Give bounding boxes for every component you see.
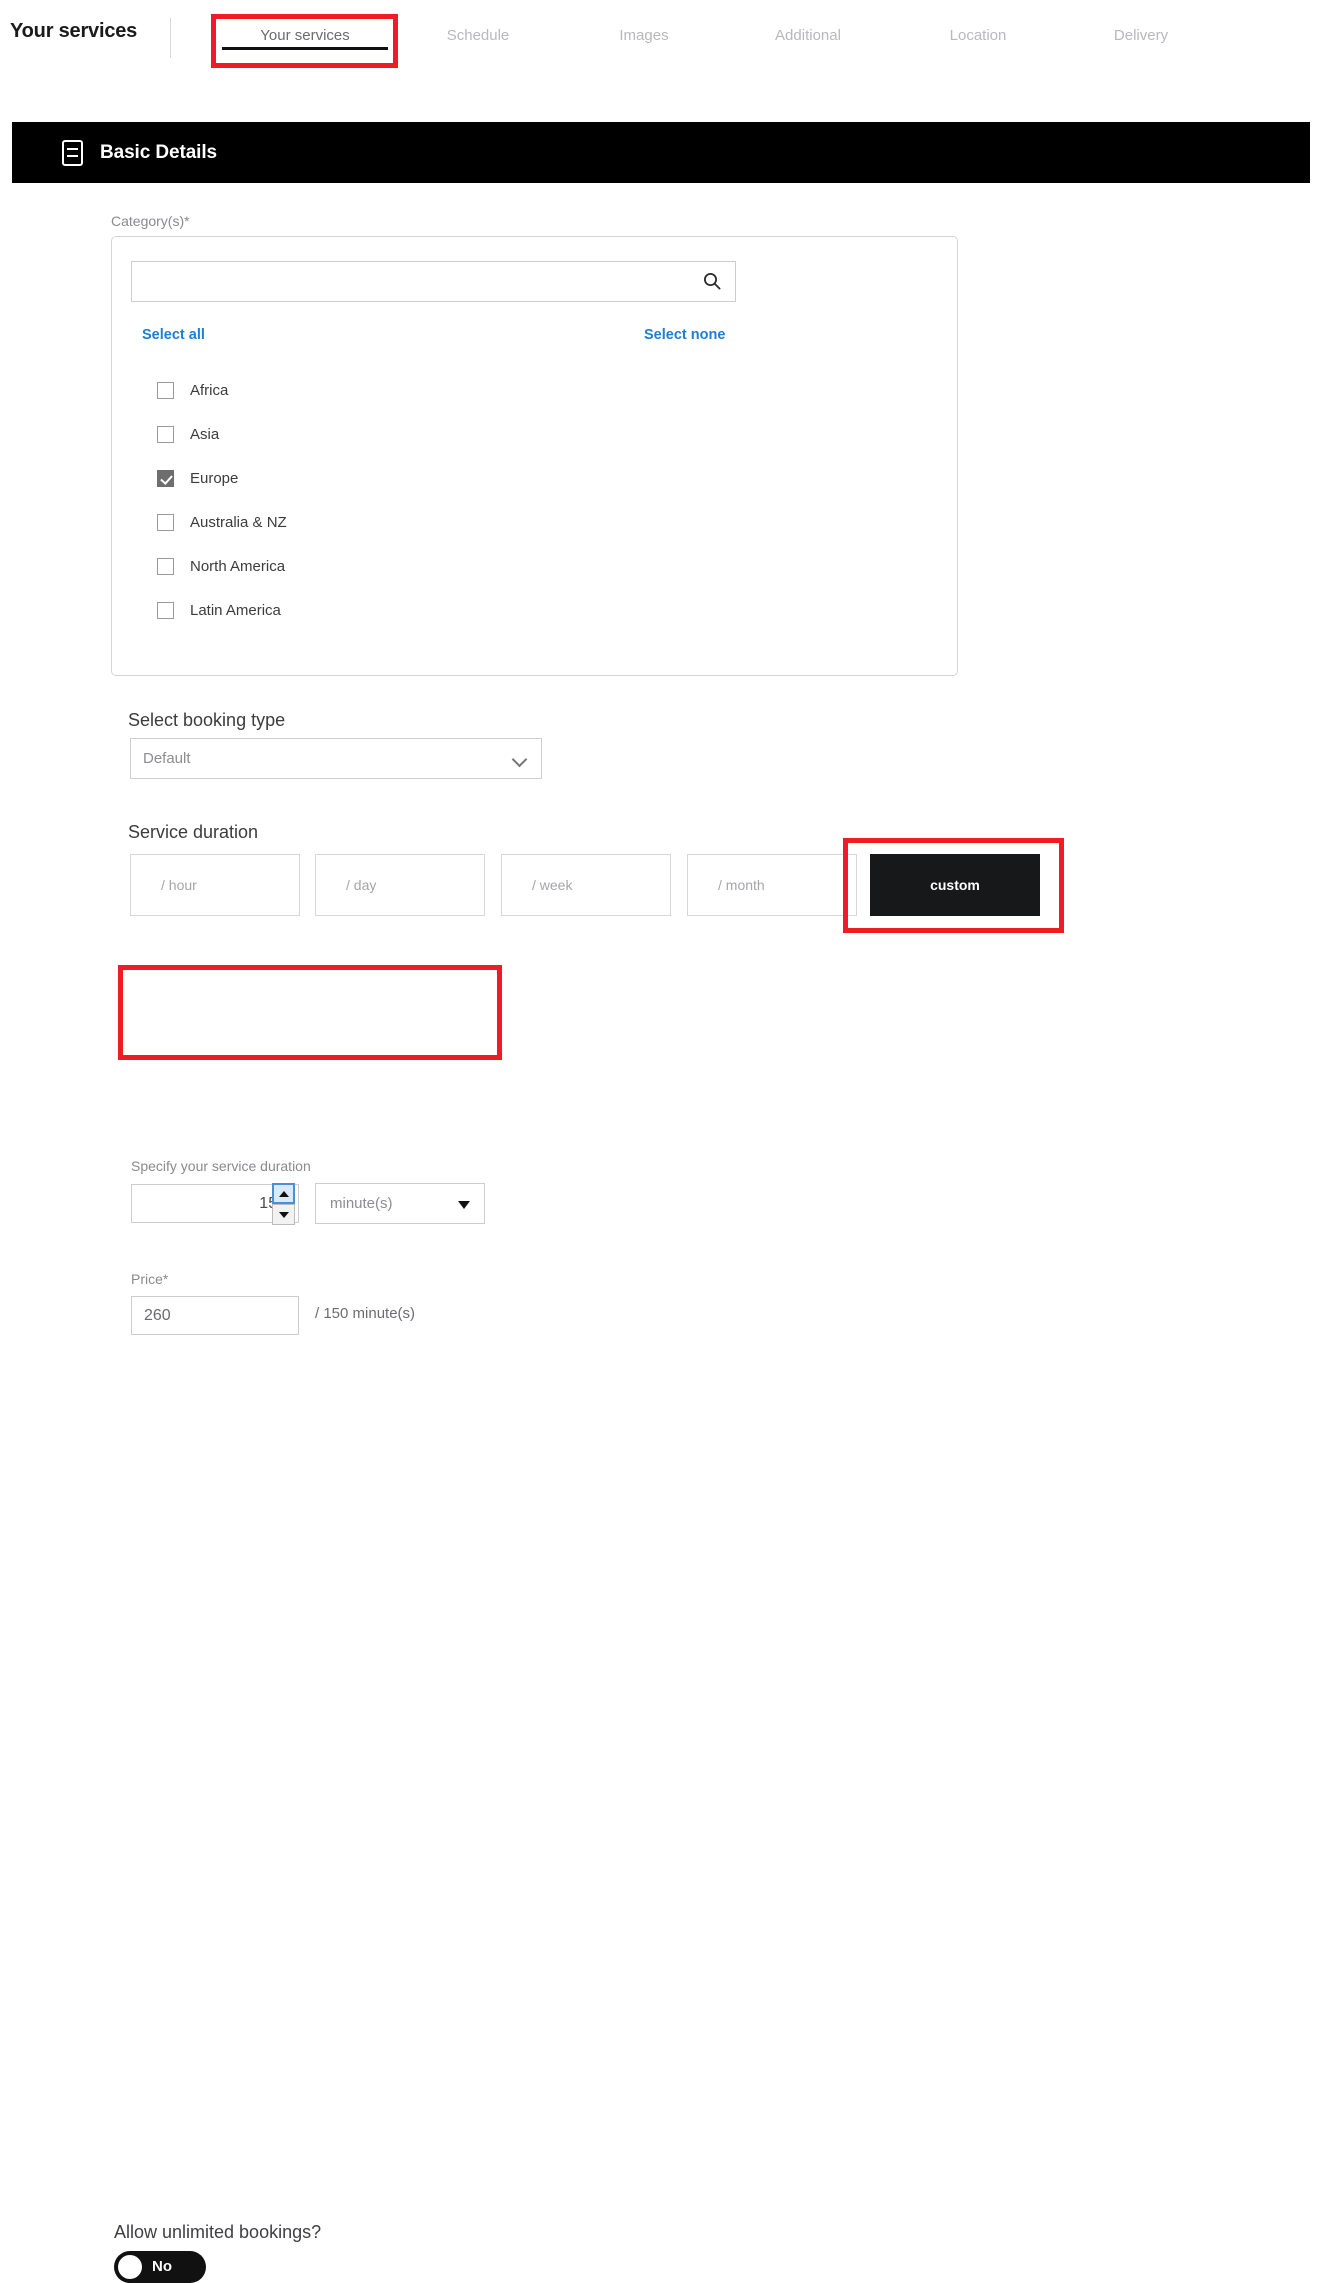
- duration-option-label: / day: [346, 877, 377, 893]
- title-divider: [170, 18, 171, 58]
- tab-additional[interactable]: Additional: [728, 18, 888, 44]
- tab-label: Your services: [260, 27, 350, 44]
- section-header-basic-details: Basic Details: [12, 122, 1310, 183]
- checkbox-australia-nz[interactable]: [157, 513, 174, 531]
- duration-stepper: [272, 1183, 295, 1225]
- category-search-input[interactable]: [132, 262, 697, 301]
- category-label: Europe: [190, 469, 239, 487]
- section-header-title: Basic Details: [100, 141, 217, 163]
- unlimited-bookings-toggle[interactable]: No: [114, 2251, 206, 2283]
- tab-your-services[interactable]: Your services: [216, 18, 394, 50]
- unlimited-bookings-group: Allow unlimited bookings? No: [0, 1195, 1322, 2283]
- category-label: Australia & NZ: [190, 513, 287, 531]
- booking-type-title: Select booking type: [128, 710, 286, 730]
- category-item-australia-nz[interactable]: Australia & NZ: [157, 500, 717, 544]
- checkbox-asia[interactable]: [157, 425, 174, 443]
- categories-label: Category(s)*: [111, 213, 190, 229]
- category-item-latin-america[interactable]: Latin America: [157, 588, 717, 632]
- tab-delivery[interactable]: Delivery: [1061, 18, 1221, 44]
- category-label: Latin America: [190, 601, 281, 619]
- tab-label: Images: [619, 27, 669, 44]
- chevron-down-icon: [511, 751, 528, 768]
- duration-option-month[interactable]: / month: [687, 854, 857, 916]
- select-none-link[interactable]: Select none: [644, 327, 725, 343]
- document-icon: [62, 139, 83, 166]
- category-label: Africa: [190, 381, 229, 399]
- page-title: Your services: [10, 20, 138, 42]
- tab-bar: Your services Schedule Images Additional…: [216, 18, 1296, 66]
- duration-option-label: custom: [930, 877, 980, 893]
- toggle-knob: [118, 2255, 142, 2279]
- category-label: North America: [190, 557, 286, 575]
- tab-images[interactable]: Images: [564, 18, 724, 44]
- categories-panel: Select all Select none Africa Asia Europ…: [111, 236, 958, 676]
- annotation-box-specify-duration: [118, 965, 502, 1060]
- duration-option-day[interactable]: / day: [315, 854, 485, 916]
- top-bar: Your services Your services Schedule Ima…: [0, 0, 1322, 78]
- duration-option-week[interactable]: / week: [501, 854, 671, 916]
- arrow-down-icon[interactable]: [272, 1204, 295, 1225]
- category-item-asia[interactable]: Asia: [157, 412, 717, 456]
- tab-location[interactable]: Location: [898, 18, 1058, 44]
- booking-type-value: Default: [143, 750, 191, 767]
- toggle-state-label: No: [152, 2258, 172, 2275]
- checkbox-europe[interactable]: [157, 469, 174, 487]
- category-item-africa[interactable]: Africa: [157, 368, 717, 412]
- search-icon[interactable]: [703, 272, 721, 290]
- category-item-north-america[interactable]: North America: [157, 544, 717, 588]
- tab-label: Delivery: [1113, 27, 1169, 44]
- tab-label: Location: [949, 27, 1007, 44]
- category-label: Asia: [190, 425, 220, 443]
- duration-option-custom[interactable]: custom: [870, 854, 1040, 916]
- category-item-europe[interactable]: Europe: [157, 456, 717, 500]
- tab-schedule[interactable]: Schedule: [398, 18, 558, 44]
- service-duration-title: Service duration: [128, 822, 259, 842]
- duration-option-label: / month: [718, 877, 765, 893]
- booking-type-select[interactable]: Default: [130, 738, 542, 779]
- tab-label: Additional: [775, 27, 841, 44]
- checkbox-africa[interactable]: [157, 381, 174, 399]
- tab-active-underline: [222, 47, 388, 50]
- duration-option-label: / week: [532, 877, 573, 893]
- tab-label: Schedule: [446, 27, 510, 44]
- unlimited-bookings-label: Allow unlimited bookings?: [114, 2222, 322, 2242]
- select-all-link[interactable]: Select all: [142, 327, 205, 343]
- checkbox-north-america[interactable]: [157, 557, 174, 575]
- arrow-up-icon[interactable]: [272, 1183, 295, 1204]
- category-search-wrapper: [131, 261, 736, 302]
- duration-option-label: / hour: [161, 877, 197, 893]
- category-list: Africa Asia Europe Australia & NZ North …: [157, 368, 717, 632]
- duration-option-hour[interactable]: / hour: [130, 854, 300, 916]
- specify-duration-label: Specify your service duration: [131, 1158, 311, 1174]
- checkbox-latin-america[interactable]: [157, 601, 174, 619]
